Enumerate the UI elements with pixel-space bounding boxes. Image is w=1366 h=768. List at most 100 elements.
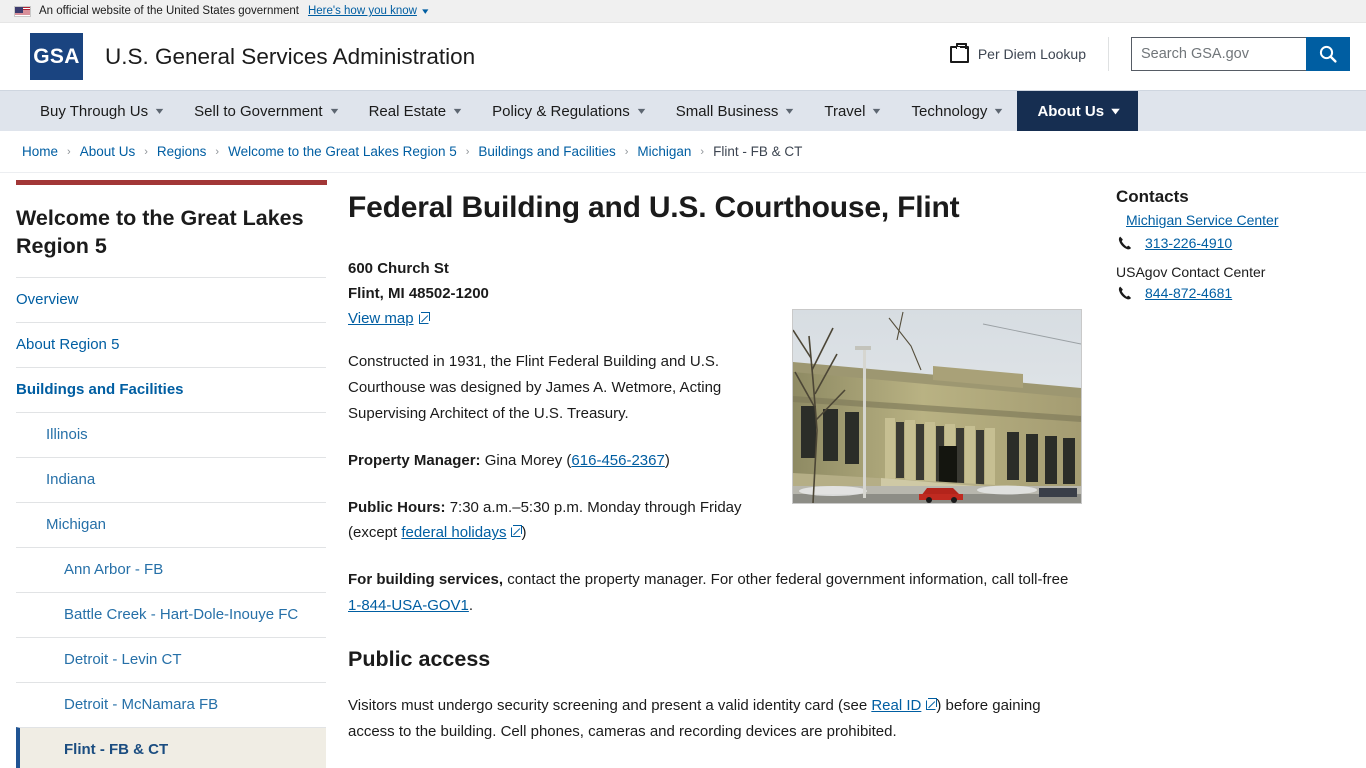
chevron-down-icon[interactable]: ▾: [422, 6, 428, 17]
gsa-logo[interactable]: GSA: [30, 33, 83, 80]
search-icon: [1319, 45, 1337, 63]
gov-banner: An official website of the United States…: [0, 0, 1366, 23]
building-services-text: contact the property manager. For other …: [507, 571, 1069, 589]
breadcrumb-item-home[interactable]: Home: [22, 144, 58, 159]
sidebar-item-ann-arbor-fb[interactable]: Ann Arbor - FB: [16, 546, 326, 592]
briefcase-icon: [949, 42, 969, 63]
michigan-service-center-link[interactable]: Michigan Service Center: [1126, 212, 1346, 228]
sidebar-item-buildings-and-facilities[interactable]: Buildings and Facilities: [16, 366, 326, 412]
property-manager-label: Property Manager:: [348, 451, 481, 469]
chevron-down-icon: ▾: [995, 105, 1003, 117]
sidebar-item-michigan[interactable]: Michigan: [16, 501, 326, 547]
nav-label: Buy Through Us: [40, 102, 149, 120]
address-line-2: Flint, MI 48502-1200: [348, 285, 489, 303]
us-flag-icon: [14, 5, 31, 17]
toll-free-link[interactable]: 1-844-USA-GOV1: [348, 597, 469, 614]
nav-item-technology[interactable]: Technology ▾: [896, 91, 1018, 131]
sidebar-item-indiana[interactable]: Indiana: [16, 456, 326, 502]
breadcrumb-separator-icon: ›: [144, 145, 148, 158]
nav-label: Policy & Regulations: [492, 102, 630, 120]
breadcrumb-item-regions[interactable]: Regions: [157, 144, 207, 159]
phone-glyph: [1118, 236, 1132, 250]
usagov-contact-center-label: USAgov Contact Center: [1116, 264, 1266, 280]
contacts-panel: Contacts Michigan Service Center 313-226…: [1102, 173, 1358, 305]
breadcrumb-separator-icon: ›: [465, 145, 470, 158]
nav-item-small-business[interactable]: Small Business ▾: [660, 91, 809, 131]
chevron-down-icon: ▾: [873, 105, 881, 117]
header-utilities: Per Diem Lookup: [949, 37, 1350, 71]
primary-navigation: Buy Through Us ▾ Sell to Government ▾ Re…: [0, 90, 1366, 131]
sidebar-item-overview[interactable]: Overview: [16, 276, 326, 322]
nav-item-travel[interactable]: Travel ▾: [808, 91, 895, 131]
breadcrumb-item-current: Flint - FB & CT: [713, 144, 803, 159]
site-header: GSA U.S. General Services Administration…: [0, 23, 1366, 90]
property-manager-phone-link[interactable]: 616-456-2367: [571, 452, 664, 469]
service-center-phone-row: 313-226-4910: [1116, 235, 1346, 251]
sidebar-accent-rule: [16, 180, 327, 185]
search-button[interactable]: [1306, 37, 1350, 71]
public-access-heading: Public access: [348, 646, 491, 671]
chevron-down-icon: ▾: [155, 105, 164, 117]
gov-banner-text: An official website of the United States…: [39, 5, 299, 17]
breadcrumb-separator-icon: ›: [700, 145, 705, 158]
nav-item-sell-to-government[interactable]: Sell to Government ▾: [178, 91, 352, 131]
page-layout: Welcome to the Great Lakes Region 5 Over…: [0, 173, 1366, 768]
breadcrumb-separator-icon: ›: [624, 145, 629, 158]
toll-free-period: .: [468, 596, 474, 614]
address-block: 600 Church St Flint, MI 48502-1200: [348, 256, 1082, 306]
breadcrumb-item-michigan[interactable]: Michigan: [637, 144, 691, 159]
nav-item-policy-regulations[interactable]: Policy & Regulations ▾: [476, 91, 660, 131]
phone-icon: [1116, 235, 1134, 251]
external-link-icon: [511, 525, 523, 538]
building-services-label: For building services,: [348, 571, 504, 589]
address-line-1: 600 Church St: [348, 260, 449, 277]
search-input[interactable]: [1131, 37, 1306, 71]
view-map-link[interactable]: View map: [348, 310, 430, 328]
nav-item-buy-through-us[interactable]: Buy Through Us ▾: [24, 91, 178, 131]
sidebar-item-illinois[interactable]: Illinois: [16, 411, 326, 457]
external-link-icon: [418, 311, 430, 324]
building-services-line: For building services, contact the prope…: [348, 567, 1082, 619]
brand-name: U.S. General Services Administration: [105, 43, 476, 69]
nav-label: Sell to Government: [194, 102, 323, 120]
nav-label: Technology: [911, 102, 988, 120]
nav-label: About Us: [1037, 102, 1105, 120]
sidebar-item-about-region-5[interactable]: About Region 5: [16, 321, 326, 367]
building-photo: [792, 309, 1082, 504]
public-hours-label: Public Hours:: [348, 498, 446, 516]
phone-glyph: [1118, 286, 1132, 300]
per-diem-label: Per Diem Lookup: [977, 46, 1086, 62]
real-id-link[interactable]: Real ID: [871, 697, 921, 714]
sidebar-title: Welcome to the Great Lakes Region 5: [16, 206, 304, 259]
sidebar-item-detroit-levin-ct[interactable]: Detroit - Levin CT: [16, 636, 326, 682]
public-access-paragraph: Visitors must undergo security screening…: [348, 693, 1082, 745]
nav-label: Travel: [824, 102, 866, 120]
breadcrumb-item-buildings-facilities[interactable]: Buildings and Facilities: [478, 144, 615, 159]
breadcrumb-item-region-5[interactable]: Welcome to the Great Lakes Region 5: [228, 144, 457, 159]
chevron-down-icon: ▾: [637, 105, 646, 117]
breadcrumb-separator-icon: ›: [67, 145, 71, 158]
per-diem-lookup-link[interactable]: Per Diem Lookup: [949, 37, 1109, 71]
chevron-down-icon: ▾: [786, 105, 794, 117]
breadcrumb-separator-icon: ›: [215, 145, 220, 158]
phone-icon: [1116, 285, 1134, 301]
nav-item-real-estate[interactable]: Real Estate ▾: [353, 91, 477, 131]
brand-block[interactable]: GSA U.S. General Services Administration: [30, 33, 475, 80]
breadcrumb-item-about-us[interactable]: About Us: [80, 144, 136, 159]
page-title: Federal Building and U.S. Courthouse, Fl…: [348, 191, 960, 224]
view-map-label: View map: [348, 310, 414, 328]
service-center-phone-link[interactable]: 313-226-4910: [1145, 235, 1232, 251]
nav-label: Real Estate: [368, 102, 447, 120]
external-link-icon: [926, 697, 938, 710]
heres-how-you-know-link[interactable]: Here's how you know: [308, 5, 417, 17]
chevron-down-icon: ▾: [453, 105, 462, 117]
usagov-phone-row: 844-872-4681: [1116, 285, 1346, 301]
sidebar-item-battle-creek-fc[interactable]: Battle Creek - Hart-Dole-Inouye FC: [16, 591, 326, 637]
federal-holidays-link[interactable]: federal holidays: [401, 524, 506, 541]
usagov-phone-link[interactable]: 844-872-4681: [1145, 285, 1232, 301]
nav-item-about-us[interactable]: About Us ▾: [1017, 91, 1139, 131]
building-photo-image: [793, 310, 1081, 503]
sidebar-item-flint-fb-ct[interactable]: Flint - FB & CT: [16, 726, 326, 768]
sidebar: Welcome to the Great Lakes Region 5 Over…: [0, 173, 342, 768]
sidebar-item-detroit-mcnamara-fb[interactable]: Detroit - McNamara FB: [16, 681, 326, 727]
